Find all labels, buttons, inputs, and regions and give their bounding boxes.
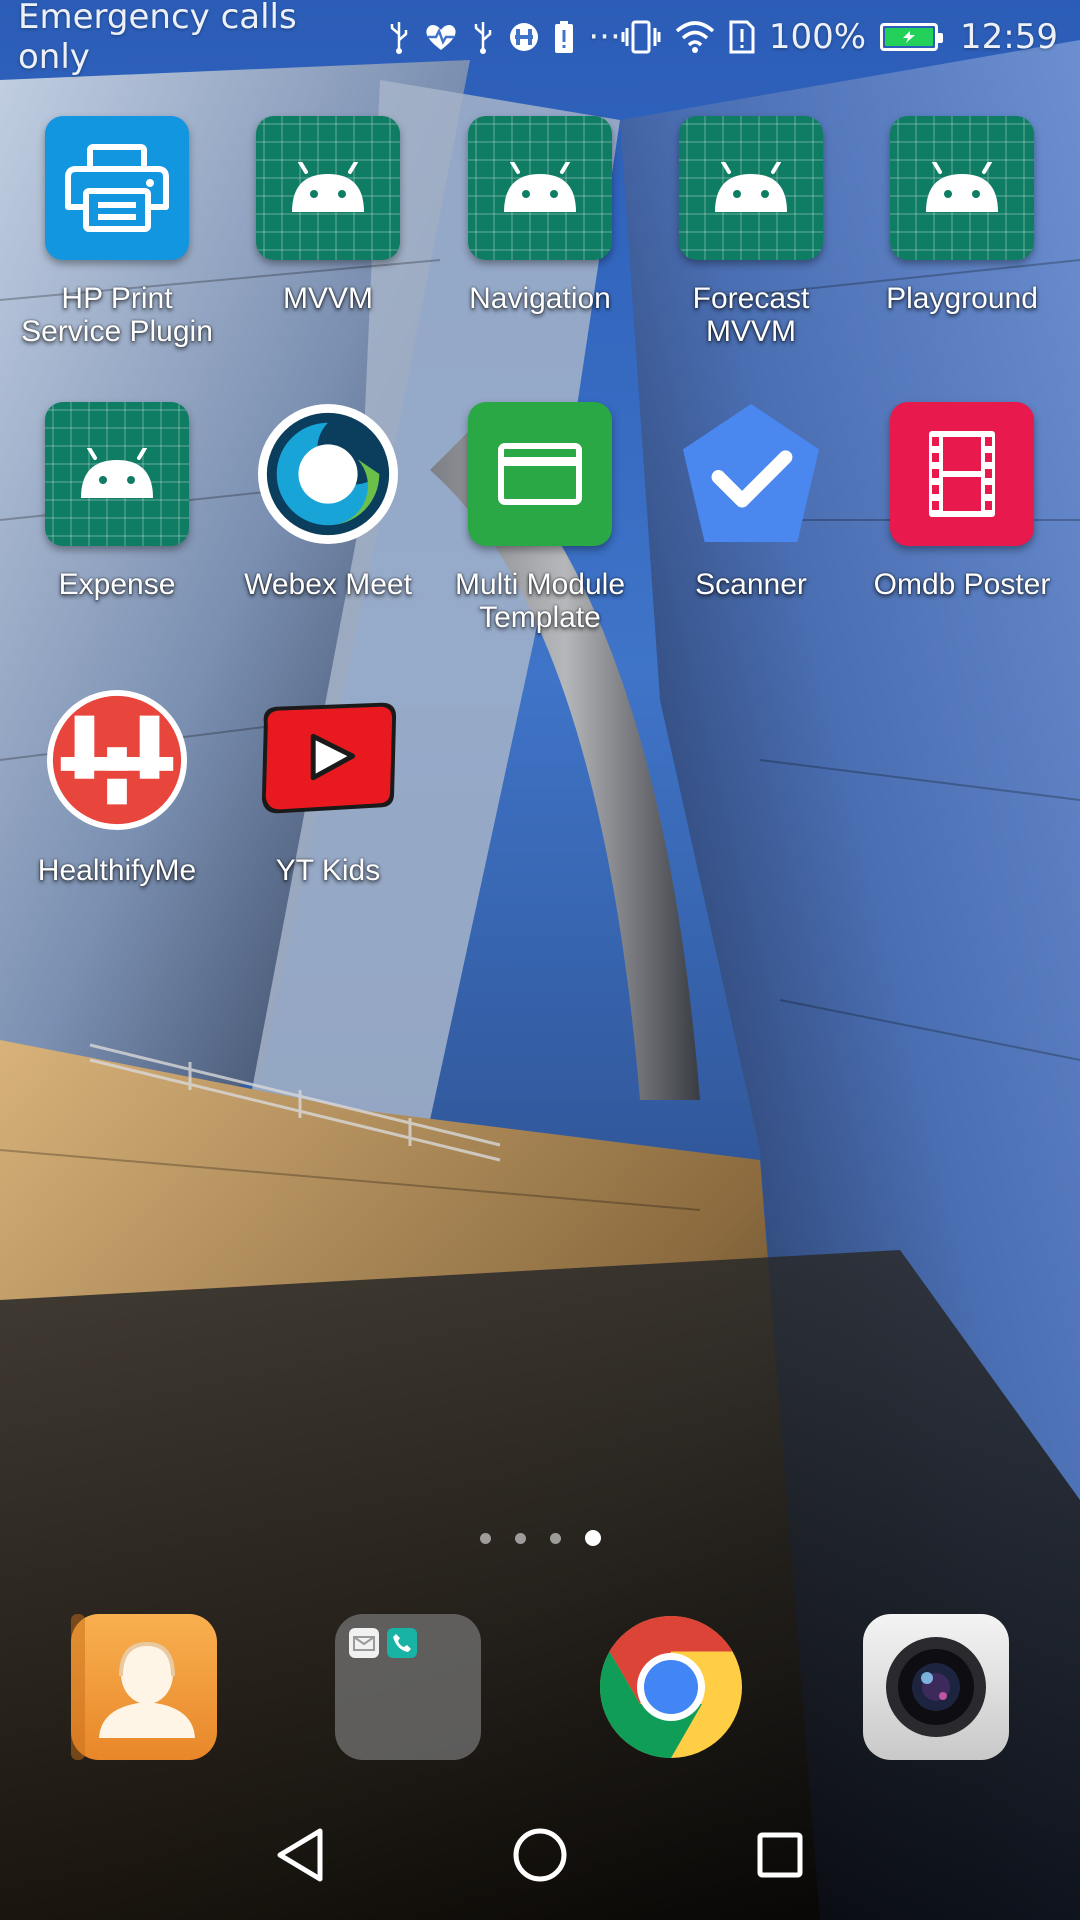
folder-icon <box>349 1628 417 1658</box>
healthifyme-icon <box>45 688 189 832</box>
app-label: Scanner <box>645 568 857 601</box>
carrier-text: Emergency calls only <box>18 0 297 77</box>
app-label: Forecast MVVM <box>645 282 857 348</box>
app-label: Omdb Poster <box>856 568 1068 601</box>
usb-icon <box>472 17 494 57</box>
app-playground[interactable]: Playground <box>856 116 1068 315</box>
app-label-line2: Service Plugin <box>21 315 213 348</box>
app-label-line1: HealthifyMe <box>37 854 197 887</box>
back-icon <box>277 1828 323 1882</box>
dock-folder[interactable] <box>335 1614 481 1760</box>
app-omdb-poster[interactable]: Omdb Poster <box>856 402 1068 601</box>
recents-button[interactable] <box>735 1810 825 1900</box>
app-label-line1: Webex Meet <box>244 568 412 601</box>
page-indicator[interactable] <box>0 1530 1080 1546</box>
dock-contacts[interactable] <box>71 1614 217 1760</box>
app-forecast-mvvm[interactable]: Forecast MVVM <box>645 116 857 348</box>
back-button[interactable] <box>255 1810 345 1900</box>
usb-icon <box>388 17 410 57</box>
phone-icon <box>387 1628 417 1658</box>
app-mvvm[interactable]: MVVM <box>222 116 434 315</box>
vibrate-icon <box>621 17 661 57</box>
dock-chrome[interactable] <box>598 1614 744 1760</box>
app-label-line1: HP Print <box>61 282 173 315</box>
card-icon <box>468 402 612 546</box>
dock-camera[interactable] <box>863 1614 1009 1760</box>
android-icon <box>890 116 1034 260</box>
page-dot-active[interactable] <box>584 1530 601 1546</box>
recents-icon <box>757 1832 803 1878</box>
app-healthifyme[interactable]: HealthifyMe <box>11 688 223 887</box>
app-label: Webex Meet <box>222 568 434 601</box>
app-label: HP Print Service Plugin <box>11 282 223 348</box>
app-label-line1: Multi Module <box>454 568 626 601</box>
more-dots-icon: ··· <box>588 17 621 57</box>
app-webex-meet[interactable]: Webex Meet <box>222 402 434 601</box>
email-icon <box>349 1628 379 1658</box>
app-label: MVVM <box>222 282 434 315</box>
app-label-line1: Playground <box>886 282 1038 315</box>
app-label: Playground <box>856 282 1068 315</box>
app-label-line1: Forecast <box>692 282 810 315</box>
battery-icon <box>880 23 944 51</box>
hp-printer-icon <box>45 116 189 260</box>
app-label: Multi Module Template <box>434 568 646 634</box>
app-label: HealthifyMe <box>11 854 223 887</box>
home-button[interactable] <box>495 1810 585 1900</box>
app-scanner[interactable]: Scanner <box>645 402 857 601</box>
app-label: YT Kids <box>222 854 434 887</box>
status-bar-right: 100% 12:59 <box>621 17 1058 57</box>
healthifyme-notification-icon <box>508 17 540 57</box>
android-icon <box>45 402 189 546</box>
status-bar: Emergency calls only ··· 100% 12:59 <box>0 0 1080 77</box>
sim-alert-icon <box>729 17 755 57</box>
app-navigation[interactable]: Navigation <box>434 116 646 315</box>
webex-icon <box>256 402 400 546</box>
navigation-bar <box>0 1790 1080 1920</box>
app-multi-module-template[interactable]: Multi Module Template <box>434 402 646 634</box>
yt-kids-icon <box>256 688 400 832</box>
app-label-line1: Omdb Poster <box>873 568 1051 601</box>
film-icon <box>890 402 1034 546</box>
app-label-line1: Scanner <box>695 568 807 601</box>
contacts-icon <box>71 1614 195 1760</box>
page-dot[interactable] <box>549 1532 561 1544</box>
status-bar-left: Emergency calls only ··· <box>18 0 621 77</box>
check-pentagon-icon <box>679 402 823 546</box>
camera-icon <box>886 1637 986 1737</box>
app-expense[interactable]: Expense <box>11 402 223 601</box>
app-label-line2: Template <box>479 601 601 634</box>
app-label-line1: Expense <box>58 568 176 601</box>
app-label: Expense <box>11 568 223 601</box>
app-label-line2: MVVM <box>706 315 796 348</box>
app-hp-print-service-plugin[interactable]: HP Print Service Plugin <box>11 116 223 348</box>
android-icon <box>256 116 400 260</box>
heart-rate-icon <box>424 17 458 57</box>
app-label-line1: Navigation <box>469 282 611 315</box>
clock: 12:59 <box>960 17 1058 57</box>
page-dot[interactable] <box>479 1532 491 1544</box>
app-label: Navigation <box>434 282 646 315</box>
android-icon <box>679 116 823 260</box>
android-icon <box>468 116 612 260</box>
battery-alert-icon <box>554 17 574 57</box>
dock <box>0 1614 1080 1760</box>
battery-percent: 100% <box>768 17 867 57</box>
app-label-line1: MVVM <box>283 282 373 315</box>
wifi-icon <box>675 17 715 57</box>
app-yt-kids[interactable]: YT Kids <box>222 688 434 887</box>
home-icon <box>513 1828 567 1882</box>
chrome-icon <box>599 1616 742 1758</box>
page-dot[interactable] <box>514 1532 526 1544</box>
app-label-line1: YT Kids <box>275 854 381 887</box>
